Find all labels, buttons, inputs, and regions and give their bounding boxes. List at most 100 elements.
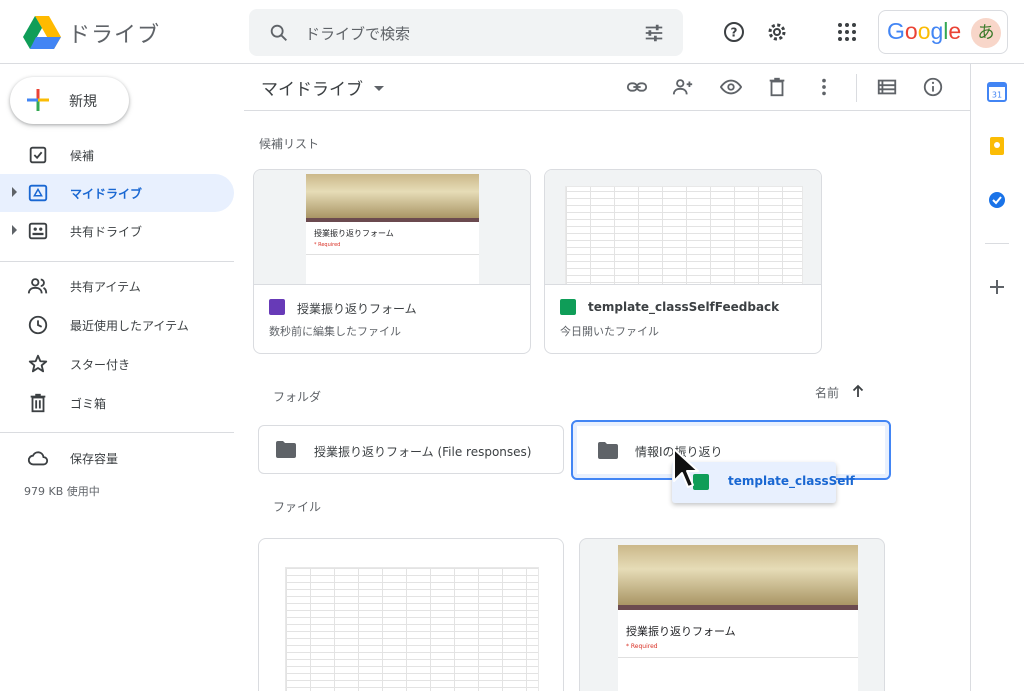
nav-item-label: 保存容量	[70, 452, 119, 466]
file-thumbnail: 授業振り返りフォーム * Required	[254, 170, 530, 285]
folder-name: 授業振り返りフォーム (File responses)	[314, 445, 532, 459]
forms-file-icon	[269, 299, 285, 315]
folder-icon	[276, 441, 296, 458]
more-vert-icon[interactable]	[813, 76, 835, 98]
check-box-icon	[29, 146, 47, 164]
sort-by-name[interactable]: 名前	[815, 384, 839, 401]
expand-arrow-icon[interactable]	[12, 225, 17, 235]
expand-arrow-icon[interactable]	[12, 187, 17, 197]
nav-item-label: スター付き	[70, 358, 131, 372]
nav-item-label: ゴミ箱	[70, 397, 107, 411]
avatar[interactable]: あ	[971, 18, 1001, 48]
search-input[interactable]: ドライブで検索	[305, 23, 410, 44]
sort-arrow-up-icon[interactable]	[850, 383, 866, 399]
nav-item-shared-with-me[interactable]: 共有アイテム	[0, 267, 234, 305]
link-icon[interactable]	[626, 76, 648, 98]
form-preview: 授業振り返りフォーム * Required	[306, 174, 479, 284]
toolbar-divider	[856, 74, 857, 102]
people-icon	[27, 278, 48, 294]
nav-item-label: 共有アイテム	[70, 280, 141, 294]
header-image	[306, 174, 479, 218]
nav-item-label: 候補	[70, 149, 95, 163]
header-image	[618, 545, 858, 605]
file-title: template_classSelfFeedback	[588, 300, 780, 314]
suggested-card[interactable]: 授業振り返りフォーム * Required 授業振り返りフォーム 数秒前に編集し…	[253, 169, 531, 354]
svg-text:31: 31	[992, 91, 1002, 100]
svg-text:?: ?	[731, 26, 738, 40]
file-tile[interactable]: 授業振り返りフォーム * Required	[579, 538, 885, 691]
form-preview-title: 授業振り返りフォーム	[626, 625, 736, 638]
form-accent-bar	[618, 605, 858, 610]
nav-item-suggested[interactable]: 候補	[0, 136, 234, 174]
form-preview: 授業振り返りフォーム * Required	[618, 545, 858, 691]
help-icon[interactable]: ?	[722, 20, 746, 44]
list-view-icon[interactable]	[876, 76, 898, 98]
nav-item-shared-drives[interactable]: 共有ドライブ	[0, 212, 234, 250]
files-heading: ファイル	[273, 500, 322, 514]
form-preview-title: 授業振り返りフォーム	[314, 229, 394, 238]
form-accent-bar	[306, 218, 479, 222]
main-content: マイドライブ 候補リスト 授業振り返りフォーム * Required 授業振り返…	[244, 64, 970, 691]
keep-icon[interactable]	[987, 136, 1007, 156]
cloud-icon	[27, 451, 49, 466]
preview-eye-icon[interactable]	[720, 76, 742, 98]
nav-item-recent[interactable]: 最近使用したアイテム	[0, 306, 234, 344]
nav-item-my-drive[interactable]: マイドライブ	[0, 174, 234, 212]
drive-logo-icon[interactable]	[22, 14, 62, 50]
form-required-note: * Required	[314, 242, 341, 248]
search-options-icon[interactable]	[643, 22, 665, 44]
nav-divider	[0, 432, 234, 433]
search-bar[interactable]: ドライブで検索	[249, 9, 683, 56]
plus-icon	[27, 89, 49, 111]
form-required-note: * Required	[626, 643, 658, 650]
app-name: ドライブ	[68, 23, 161, 48]
new-button[interactable]: 新規	[10, 77, 129, 124]
nav-item-storage[interactable]: 保存容量	[0, 439, 234, 477]
calendar-icon[interactable]: 31	[987, 82, 1007, 102]
form-divider	[618, 657, 858, 658]
clock-icon	[28, 315, 48, 335]
nav-item-trash[interactable]: ゴミ箱	[0, 384, 234, 422]
sheets-file-icon	[560, 299, 576, 315]
file-activity: 今日開いたファイル	[560, 325, 659, 338]
mouse-pointer-icon	[673, 448, 699, 488]
nav-item-label: 最近使用したアイテム	[70, 319, 189, 333]
account-switcher[interactable]: Google あ	[878, 10, 1008, 54]
rail-divider	[985, 243, 1009, 244]
new-button-label: 新規	[69, 94, 97, 110]
folder-icon	[598, 442, 618, 459]
file-tile[interactable]	[258, 538, 564, 691]
suggested-heading: 候補リスト	[259, 137, 320, 151]
sheet-preview	[285, 567, 539, 691]
suggested-card[interactable]: template_classSelfFeedback 今日開いたファイル	[544, 169, 822, 354]
settings-gear-icon[interactable]	[765, 20, 789, 44]
info-icon[interactable]	[922, 76, 944, 98]
left-nav: 新規 候補 マイドライブ 共有ドライブ 共有アイテム 最近使用したアイテム スタ…	[0, 64, 244, 691]
folder-item[interactable]: 授業振り返りフォーム (File responses)	[258, 425, 564, 474]
search-icon[interactable]	[268, 22, 290, 44]
tasks-icon[interactable]	[987, 190, 1007, 210]
file-title: 授業振り返りフォーム	[297, 302, 417, 316]
apps-grid-icon[interactable]	[835, 20, 859, 44]
file-activity: 数秒前に編集したファイル	[269, 325, 401, 338]
breadcrumb-dropdown-icon[interactable]	[374, 86, 384, 91]
my-drive-icon	[28, 184, 48, 202]
nav-item-label: マイドライブ	[70, 187, 143, 201]
sheet-preview	[565, 186, 803, 284]
trash-icon	[30, 393, 46, 413]
content-toolbar: マイドライブ	[244, 64, 970, 111]
form-divider	[306, 254, 479, 255]
right-side-panel: 31	[970, 64, 1024, 691]
breadcrumb[interactable]: マイドライブ	[261, 75, 363, 100]
nav-item-label: 共有ドライブ	[70, 225, 143, 239]
shared-drives-icon	[28, 222, 48, 240]
google-wordmark: Google	[887, 18, 962, 44]
nav-item-starred[interactable]: スター付き	[0, 345, 234, 383]
nav-divider	[0, 261, 234, 262]
add-person-icon[interactable]	[672, 76, 694, 98]
add-addon-plus-icon[interactable]	[987, 277, 1007, 297]
folders-heading: フォルダ	[273, 390, 322, 404]
delete-trash-icon[interactable]	[766, 76, 788, 98]
dragged-file-name: template_classSelf	[728, 474, 855, 488]
file-thumbnail	[545, 170, 821, 285]
